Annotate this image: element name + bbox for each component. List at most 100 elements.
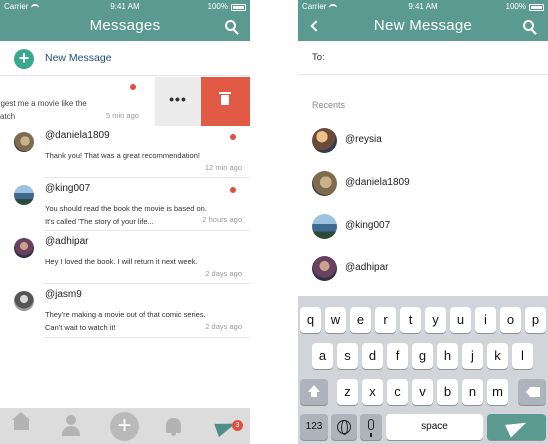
compose-tab-button[interactable]: + (110, 412, 139, 441)
conversation-username: @king007 (45, 183, 91, 194)
key-z[interactable]: z (337, 379, 358, 405)
unread-dot (230, 187, 236, 193)
more-options-button[interactable]: ••• (155, 77, 201, 126)
recent-contact[interactable]: @king007 (298, 206, 548, 246)
divider (43, 177, 250, 178)
status-bar: Carrier 9:41 AM 100% (298, 0, 548, 14)
search-icon[interactable] (523, 20, 534, 31)
key-w[interactable]: w (325, 307, 346, 333)
recent-username: @daniela1809 (345, 177, 410, 188)
key-p[interactable]: p (525, 307, 546, 333)
recent-contact[interactable]: @daniela1809 (298, 163, 548, 203)
conversation-username: @daniela1809 (45, 130, 110, 141)
avatar (312, 171, 337, 196)
key-x[interactable]: x (362, 379, 383, 405)
key-f[interactable]: f (387, 343, 408, 369)
key-k[interactable]: k (487, 343, 508, 369)
trash-icon (219, 92, 231, 105)
notifications-icon[interactable] (166, 418, 181, 436)
message-line1: They're making a movie out of that comic… (45, 310, 206, 319)
profile-icon[interactable] (66, 415, 76, 425)
conversation-row[interactable]: @jasm9 They're making a movie out of tha… (0, 285, 250, 338)
key-y[interactable]: y (425, 307, 446, 333)
avatar (14, 291, 34, 311)
key-s[interactable]: s (337, 343, 358, 369)
avatar (14, 238, 34, 258)
shift-icon (308, 385, 320, 397)
shift-key[interactable] (300, 379, 328, 405)
key-n[interactable]: n (462, 379, 483, 405)
conversation-time: 2 hours ago (202, 215, 242, 224)
dictation-key[interactable] (360, 414, 382, 440)
search-icon[interactable] (225, 20, 236, 31)
battery-icon (231, 4, 246, 11)
microphone-icon (368, 419, 374, 437)
conversation-time: 12 min ago (204, 163, 242, 172)
key-a[interactable]: a (312, 343, 333, 369)
status-bar: Carrier 9:41 AM 100% (0, 0, 250, 14)
home-icon[interactable] (12, 412, 30, 430)
backspace-icon (526, 387, 540, 397)
avatar (312, 128, 337, 153)
unread-dot (230, 134, 236, 140)
key-g[interactable]: g (412, 343, 433, 369)
conversation-message: Thank you! That was a great recommendati… (45, 149, 245, 162)
page-title: Messages (89, 17, 161, 34)
navigation-bar: Carrier 9:41 AM 100% New Message (298, 0, 548, 41)
key-b[interactable]: b (437, 379, 458, 405)
recent-username: @reysia (345, 134, 382, 145)
key-d[interactable]: d (362, 343, 383, 369)
key-v[interactable]: v (412, 379, 433, 405)
conversation-row[interactable]: @daniela1809 Thank you! That was a great… (0, 126, 250, 178)
send-key[interactable] (487, 414, 546, 440)
conversation-row[interactable]: @king007 You should read the book the mo… (0, 179, 250, 231)
swiped-message-time: 5 min ago (106, 111, 139, 120)
divider (43, 337, 250, 338)
recent-contact[interactable]: @reysia (298, 120, 548, 160)
battery-icon (529, 4, 544, 11)
key-i[interactable]: i (475, 307, 496, 333)
page-title: New Message (373, 17, 473, 34)
key-r[interactable]: r (375, 307, 396, 333)
recents-heading: Recents (312, 100, 346, 110)
new-message-screen: Carrier 9:41 AM 100% New Message To: Rec… (298, 0, 548, 444)
numbers-key[interactable]: 123 (300, 414, 328, 440)
avatar (14, 132, 34, 152)
key-c[interactable]: c (387, 379, 408, 405)
navigation-bar: Carrier 9:41 AM 100% Messages (0, 0, 250, 41)
conversation-username: @jasm9 (45, 289, 82, 300)
globe-icon (337, 420, 351, 435)
messages-badge: 3 (232, 420, 243, 431)
message-line1: Thank you! That was a great recommendati… (45, 151, 200, 160)
key-t[interactable]: t (400, 307, 421, 333)
new-message-button[interactable]: + New Message (0, 41, 250, 76)
message-line1: You should read the book the movie is ba… (45, 204, 207, 213)
key-h[interactable]: h (437, 343, 458, 369)
delete-button[interactable] (201, 77, 250, 126)
recent-username: @king007 (345, 220, 391, 231)
key-l[interactable]: l (512, 343, 533, 369)
backspace-key[interactable] (518, 379, 546, 405)
globe-key[interactable] (331, 414, 357, 440)
battery-percent: 100% (207, 2, 228, 11)
key-u[interactable]: u (450, 307, 471, 333)
key-e[interactable]: e (350, 307, 371, 333)
send-icon (504, 416, 530, 438)
key-j[interactable]: j (462, 343, 483, 369)
avatar (312, 214, 337, 239)
key-m[interactable]: m (487, 379, 508, 405)
recent-contact[interactable]: @adhipar (298, 248, 548, 288)
conversation-time: 2 days ago (205, 322, 242, 331)
key-q[interactable]: q (300, 307, 321, 333)
keyboard: q w e r t y u i o p a s d f g h j k l z … (298, 296, 548, 444)
key-o[interactable]: o (500, 307, 521, 333)
conversation-message: Hey I loved the book. I will return it n… (45, 255, 245, 268)
battery-percent: 100% (505, 2, 526, 11)
conversation-row[interactable]: @adhipar Hey I loved the book. I will re… (0, 232, 250, 284)
space-key[interactable]: space (386, 414, 483, 440)
to-label: To: (312, 52, 325, 63)
recipient-field[interactable]: To: (298, 41, 548, 75)
conversation-username: @adhipar (45, 236, 89, 247)
profile-icon-body (62, 426, 80, 436)
swiped-message-line2: vatch (0, 112, 16, 121)
